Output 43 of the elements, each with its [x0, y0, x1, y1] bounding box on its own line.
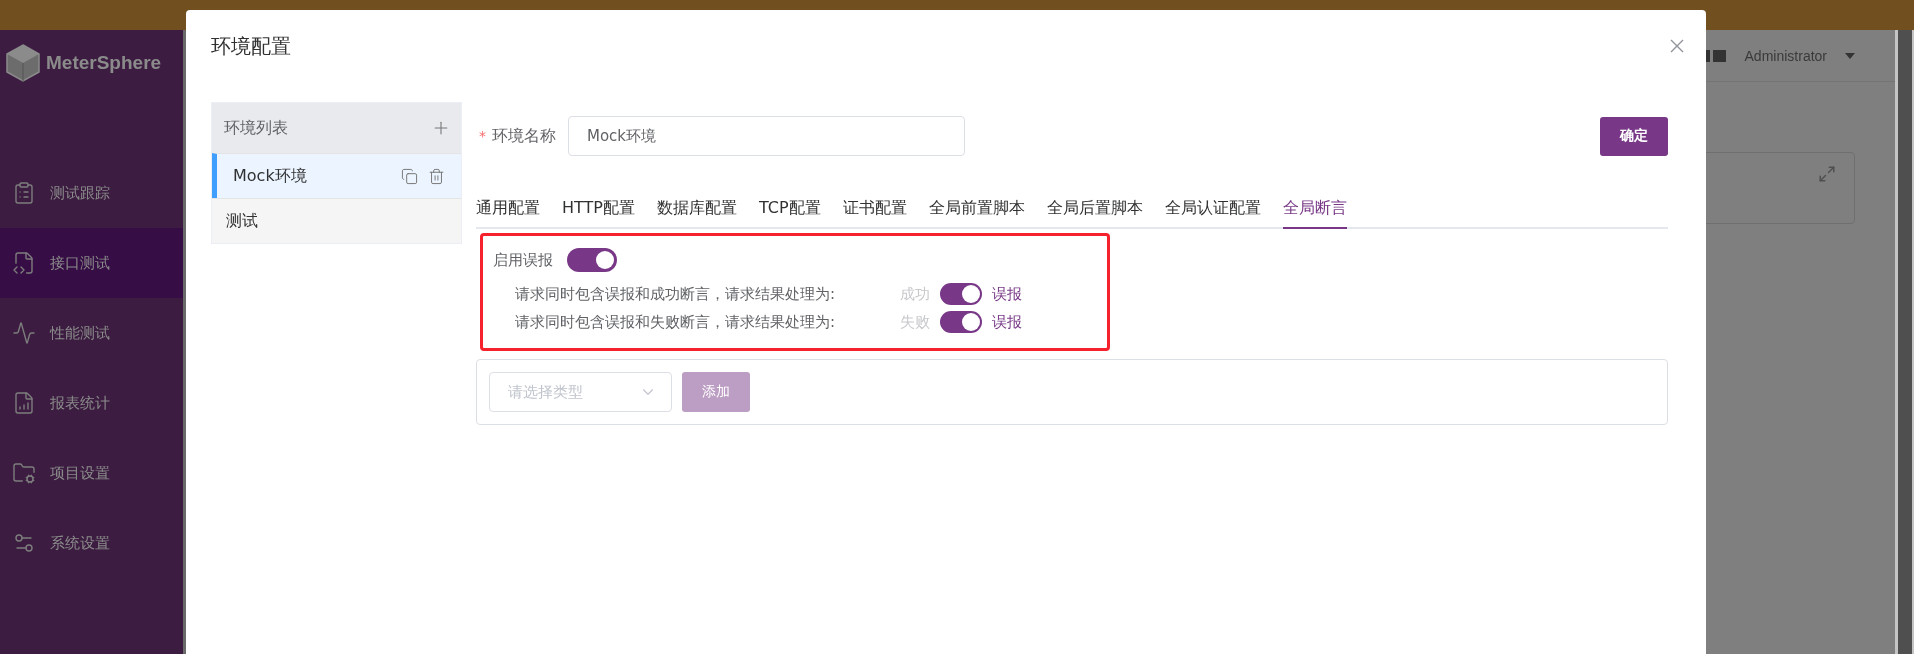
nav-item[interactable]: 系统设置 [0, 508, 183, 578]
tab[interactable]: 证书配置 [842, 198, 907, 229]
field-label: 环境名称 [492, 125, 556, 147]
required-mark: * [479, 128, 486, 144]
nav-item[interactable]: 接口测试 [0, 228, 183, 298]
switch-on-label: 误报 [992, 312, 1022, 332]
expand-icon[interactable] [1818, 165, 1836, 183]
close-button[interactable] [1670, 39, 1684, 53]
trash-icon[interactable] [428, 167, 445, 185]
env-item[interactable]: 测试 [212, 198, 461, 243]
confirm-button[interactable]: 确定 [1600, 116, 1668, 156]
folder-gear-icon [12, 461, 36, 485]
tab[interactable]: TCP配置 [758, 198, 821, 229]
cube-logo-icon [6, 44, 40, 82]
nav-item[interactable]: 性能测试 [0, 298, 183, 368]
dialog-title: 环境配置 [211, 32, 291, 60]
name-input[interactable]: Mock环境 [568, 116, 965, 156]
report-icon [12, 391, 36, 415]
rule-text: 请求同时包含误报和成功断言，请求结果处理为: [515, 284, 837, 304]
api-code-icon [12, 251, 36, 275]
copy-icon[interactable] [401, 167, 418, 185]
toggle-switch[interactable] [940, 311, 982, 333]
nav-item[interactable]: 报表统计 [0, 368, 183, 438]
switch-label: 启用误报 [493, 250, 553, 270]
tab[interactable]: 全局断言 [1282, 198, 1347, 229]
switch-on-label: 误报 [992, 284, 1022, 304]
caret-icon [1845, 52, 1855, 59]
nav-item[interactable]: 项目设置 [0, 438, 183, 508]
toggle-switch[interactable] [940, 283, 982, 305]
tab[interactable]: 数据库配置 [656, 198, 737, 229]
brand-name: MeterSphere [46, 52, 162, 74]
tab[interactable]: 全局后置脚本 [1046, 198, 1143, 229]
clipboard-icon [12, 181, 36, 205]
toggle-switch[interactable] [567, 248, 617, 272]
tab[interactable]: 全局前置脚本 [928, 198, 1025, 229]
tab[interactable]: 全局认证配置 [1164, 198, 1261, 229]
scrollbar[interactable] [1897, 30, 1912, 654]
env-list-title: 环境列表 [224, 117, 288, 139]
rule-text: 请求同时包含误报和失败断言，请求结果处理为: [515, 312, 837, 332]
nav-item[interactable]: 测试跟踪 [0, 158, 183, 228]
tab[interactable]: HTTP配置 [562, 198, 635, 229]
env-item[interactable]: Mock环境 [212, 153, 461, 198]
tab[interactable]: 通用配置 [476, 198, 540, 229]
